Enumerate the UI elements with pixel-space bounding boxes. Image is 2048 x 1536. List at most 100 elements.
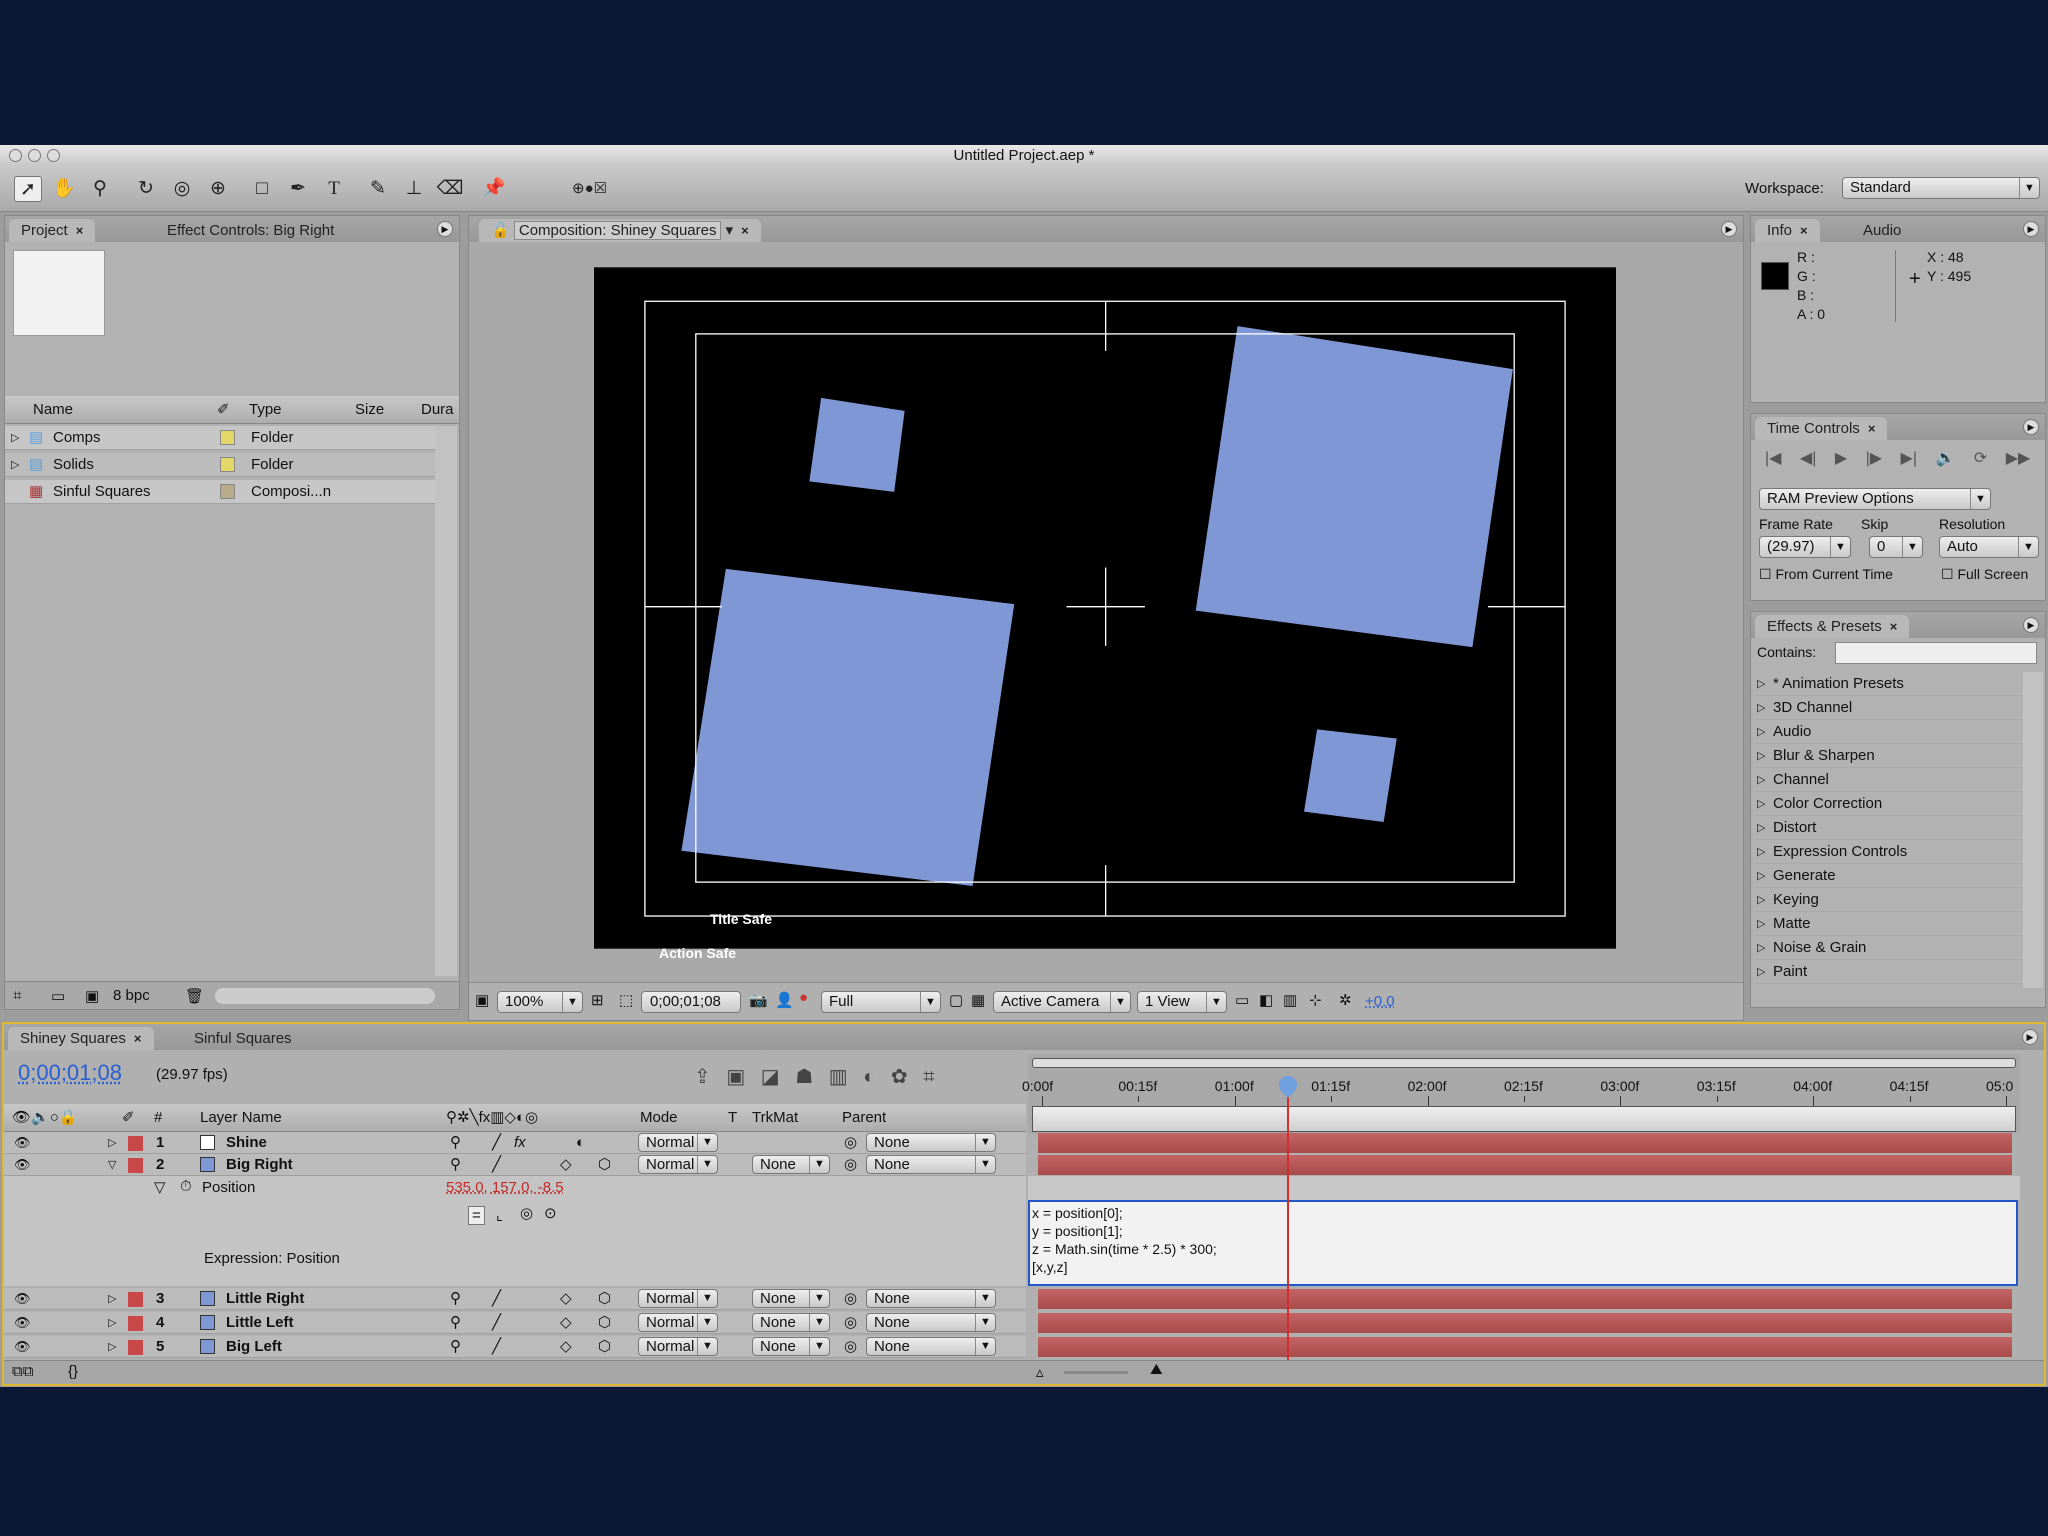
hide-shy-layers-icon[interactable]: ☗ — [795, 1066, 813, 1088]
effects-category[interactable]: ▷ Blur & Sharpen — [1751, 744, 2021, 768]
shy-switch-icon[interactable]: ⚲ — [450, 1153, 461, 1177]
always-preview-icon[interactable]: ▣ — [475, 991, 489, 1009]
mask-outline-icon[interactable]: ⬚ — [619, 991, 633, 1009]
pick-whip-icon[interactable]: ◎ — [844, 1153, 857, 1177]
3d-layer-icon[interactable]: ⬡ — [598, 1311, 611, 1335]
3d-layer-switch-icon[interactable]: ◇ — [560, 1153, 572, 1177]
rotate-tool-icon[interactable]: ↻ — [132, 176, 160, 202]
layer-duration-bar[interactable] — [1038, 1133, 2012, 1153]
mode-dropdown[interactable]: Normal ▼ — [638, 1133, 718, 1152]
play-icon[interactable]: ▶ — [1835, 450, 1847, 467]
panel-menu-button[interactable]: ▶ — [2023, 617, 2039, 633]
pick-whip-icon[interactable]: ◎ — [844, 1335, 857, 1359]
disclosure-triangle-icon[interactable]: ▷ — [11, 426, 19, 450]
project-item[interactable]: ▷ ▤ Comps Folder — [5, 426, 435, 450]
transparency-grid-icon[interactable]: ▦ — [971, 991, 985, 1009]
mode-dropdown[interactable]: Normal ▼ — [638, 1155, 718, 1174]
tab-project[interactable]: Project × — [9, 219, 96, 242]
quality-switch-icon[interactable]: ╱ — [492, 1131, 501, 1155]
pick-whip-icon[interactable]: ◎ — [844, 1287, 857, 1311]
safe-zones-icon[interactable]: ⊞ — [591, 991, 604, 1009]
3d-layer-switch-icon[interactable]: ◇ — [560, 1287, 572, 1311]
disclosure-triangle-icon[interactable]: ▷ — [1757, 840, 1765, 864]
ram-preview-icon[interactable]: ▶▶ — [2006, 450, 2031, 467]
visibility-eye-icon[interactable]: 👁 — [14, 1335, 31, 1359]
bit-depth-button[interactable]: 8 bpc — [113, 987, 150, 1004]
effects-category[interactable]: ▷ Keying — [1751, 888, 2021, 912]
minimize-window-button[interactable] — [28, 149, 41, 162]
next-frame-icon[interactable]: |▶ — [1866, 450, 1882, 467]
shy-switch-icon[interactable]: ⚲ — [450, 1335, 461, 1359]
label-color-swatch[interactable] — [128, 1136, 143, 1151]
column-size[interactable]: Size — [355, 401, 384, 418]
workspace-dropdown[interactable]: Standard ▼ — [1842, 177, 2040, 199]
disclosure-triangle-icon[interactable]: ▷ — [1757, 888, 1765, 912]
shy-switch-icon[interactable]: ⚲ — [450, 1131, 461, 1155]
trkmat-dropdown[interactable]: None ▼ — [752, 1313, 830, 1332]
layer-row[interactable]: 👁 ▷ 3 Little Right ⚲ ╱ ◇ ⬡ Normal ▼ None ▼ ◎ None ▼ — [4, 1288, 1026, 1310]
new-comp-icon[interactable]: ▣ — [85, 987, 99, 1005]
ram-preview-options-dropdown[interactable]: RAM Preview Options ▼ — [1759, 488, 1991, 510]
effects-category[interactable]: ▷ Expression Controls — [1751, 840, 2021, 864]
visibility-eye-icon[interactable]: 👁 — [14, 1311, 31, 1335]
label-color-swatch[interactable] — [128, 1316, 143, 1331]
pan-behind-icon[interactable]: ⊕ — [204, 176, 232, 202]
effects-category[interactable]: ▷ Distort — [1751, 816, 2021, 840]
expression-enable-icon[interactable]: = — [468, 1206, 485, 1225]
layer-row[interactable]: 👁 ▷ 1 Shine ⚲ ╱ fx ◐ Normal ▼ ◎ None ▼ — [4, 1132, 1026, 1154]
3d-layer-switch-icon[interactable]: ◐ — [576, 1131, 585, 1155]
trash-icon[interactable]: 🗑 — [185, 987, 204, 1005]
expression-editor[interactable]: x = position[0]; y = position[1]; z = Math… — [1028, 1200, 2018, 1286]
region-of-interest-icon[interactable]: ▢ — [949, 991, 963, 1009]
column-layer-name[interactable]: Layer Name — [200, 1109, 282, 1126]
disclosure-triangle-icon[interactable]: ▷ — [1757, 792, 1765, 816]
mode-dropdown[interactable]: Normal ▼ — [638, 1337, 718, 1356]
effects-scrollbar[interactable] — [2023, 672, 2043, 988]
layer-row[interactable]: 👁 ▷ 5 Big Left ⚲ ╱ ◇ ⬡ Normal ▼ None ▼ ◎ None ▼ — [4, 1336, 1026, 1358]
panel-menu-button[interactable]: ▶ — [1721, 221, 1737, 237]
composition-canvas[interactable] — [594, 267, 1616, 949]
motion-blur-icon[interactable]: ◐ — [863, 1066, 875, 1088]
3d-layer-switch-icon[interactable]: ◇ — [560, 1335, 572, 1359]
panel-menu-button[interactable]: ▶ — [437, 221, 453, 237]
tab-shiney-squares[interactable]: Shiney Squares × — [8, 1027, 154, 1050]
tab-audio[interactable]: Audio — [1851, 219, 1913, 242]
snapshot-icon[interactable]: 📷 — [749, 991, 768, 1009]
shy-switch-icon[interactable]: ⚲ — [450, 1287, 461, 1311]
layer-name[interactable]: Little Right — [226, 1287, 304, 1311]
position-value[interactable]: 535.0, 157.0, -8.5 — [446, 1179, 564, 1196]
visibility-eye-icon[interactable]: 👁 — [14, 1131, 31, 1155]
expand-triangle-icon[interactable]: ▷ — [108, 1311, 116, 1335]
tab-effect-controls[interactable]: Effect Controls: Big Right — [155, 219, 346, 242]
column-name[interactable]: Name — [33, 401, 73, 418]
pick-whip-icon[interactable]: ◎ — [844, 1311, 857, 1335]
expand-triangle-icon[interactable]: ▽ — [154, 1178, 166, 1196]
parent-dropdown[interactable]: None ▼ — [866, 1337, 996, 1356]
graph-editor-icon[interactable]: ⌗ — [923, 1066, 934, 1088]
stopwatch-icon[interactable]: ⏱ — [180, 1178, 192, 1195]
layer-row[interactable]: 👁 ▷ 4 Little Left ⚲ ╱ ◇ ⬡ Normal ▼ None ▼ ◎ None ▼ — [4, 1312, 1026, 1334]
effects-category[interactable]: ▷ Channel — [1751, 768, 2021, 792]
label-color-swatch[interactable] — [128, 1158, 143, 1173]
horizontal-scrollbar[interactable] — [215, 988, 435, 1004]
parent-dropdown[interactable]: None ▼ — [866, 1313, 996, 1332]
parent-dropdown[interactable]: None ▼ — [866, 1289, 996, 1308]
disclosure-triangle-icon[interactable]: ▷ — [1757, 816, 1765, 840]
reset-exposure-icon[interactable]: ✲ — [1339, 991, 1352, 1009]
fast-preview-icon[interactable]: ◧ — [1259, 991, 1273, 1009]
expression-language-menu-icon[interactable]: ⊙ — [544, 1204, 557, 1222]
layer-duration-bar[interactable] — [1038, 1337, 2012, 1357]
current-time-field[interactable]: 0;00;01;08 — [641, 991, 741, 1013]
interpret-footage-icon[interactable]: ⌗ — [13, 987, 21, 1004]
from-current-time-checkbox[interactable]: ☐ From Current Time — [1759, 566, 1893, 583]
loop-icon[interactable]: ⟳ — [1974, 450, 1987, 467]
tab-info[interactable]: Info × — [1755, 219, 1820, 242]
effects-category[interactable]: ▷ * Animation Presets — [1751, 672, 2021, 696]
pixel-aspect-icon[interactable]: ▭ — [1235, 991, 1249, 1009]
last-frame-icon[interactable]: ▶| — [1901, 450, 1917, 467]
label-color-swatch[interactable] — [128, 1340, 143, 1355]
effects-switch-icon[interactable]: fx — [514, 1131, 526, 1155]
zoom-in-icon[interactable]: ⛰ — [1150, 1361, 1163, 1378]
view-layout-dropdown[interactable]: 1 View ▼ — [1137, 991, 1227, 1013]
3d-layer-icon[interactable]: ⬡ — [598, 1153, 611, 1177]
